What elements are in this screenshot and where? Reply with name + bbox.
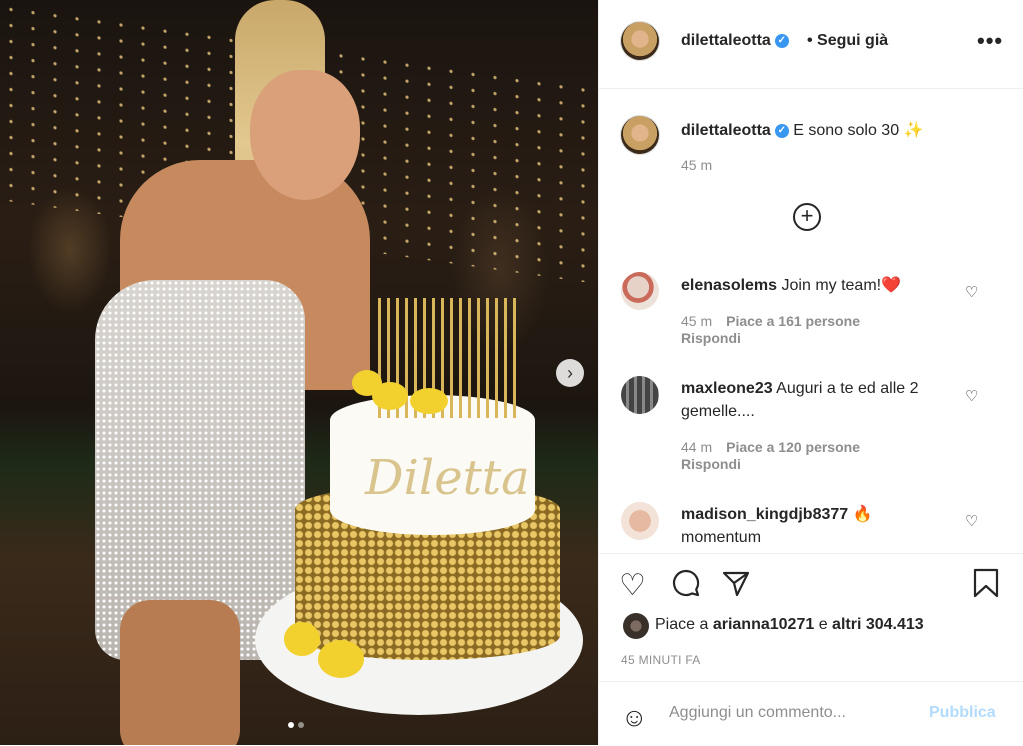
post-side-panel: dilettaleotta ✓ • Segui già ••• dilettale… <box>598 0 1023 745</box>
comment: madison_kingdjb8377 🔥 momentum <box>681 503 946 549</box>
verified-badge-icon: ✓ <box>774 123 789 138</box>
comment-likes[interactable]: Piace a 120 persone <box>726 439 860 455</box>
comment-username[interactable]: maxleone23 <box>681 380 773 397</box>
comment-like-heart-icon[interactable]: ♡ <box>965 387 978 405</box>
author-username-link[interactable]: dilettaleotta ✓ <box>681 32 789 50</box>
bookmark-icon[interactable] <box>973 568 999 606</box>
likes-others-count[interactable]: altri 304.413 <box>832 616 924 633</box>
comment-input[interactable]: Aggiungi un commento... <box>669 704 846 722</box>
caption-text: E sono solo 30 ✨ <box>793 122 924 139</box>
liker-username[interactable]: arianna10271 <box>713 616 814 633</box>
photo-lemon <box>410 388 448 414</box>
emoji-icon[interactable]: ☺ <box>621 702 648 733</box>
photo-cake-lettering: Diletta <box>365 450 530 506</box>
post-actions: ♡ Piace a arianna10271 e altri 304.413 4… <box>599 553 1023 682</box>
comment: elenasolems Join my team!❤️ <box>681 274 946 297</box>
comment-time[interactable]: 44 m <box>681 439 712 455</box>
author-avatar[interactable] <box>621 22 659 60</box>
load-more-comments-button[interactable]: + <box>793 203 821 231</box>
comment-meta: 45 m Piace a 161 persone <box>681 313 860 329</box>
comment-avatar[interactable] <box>621 376 659 414</box>
photo-lemon <box>318 640 364 678</box>
comment-username[interactable]: madison_kingdjb8377 <box>681 506 848 523</box>
carousel-dot-active <box>288 722 294 728</box>
photo-leg <box>120 600 240 745</box>
photo-lemon <box>284 622 320 656</box>
author-username[interactable]: dilettaleotta <box>681 32 771 49</box>
comment-avatar[interactable] <box>621 272 659 310</box>
post-photo[interactable]: Diletta › <box>0 0 598 745</box>
carousel-indicator <box>288 722 304 728</box>
comment-bubble-icon[interactable] <box>671 568 701 606</box>
paper-plane-icon[interactable] <box>721 568 751 606</box>
carousel-dot <box>298 722 304 728</box>
add-comment-bar: ☺ Aggiungi un commento... Pubblica <box>599 681 1023 746</box>
post-timestamp[interactable]: 45 MINUTI FA <box>621 653 701 667</box>
caption-username[interactable]: dilettaleotta <box>681 122 771 139</box>
comment-like-heart-icon[interactable]: ♡ <box>965 283 978 301</box>
next-photo-button[interactable]: › <box>556 359 584 387</box>
comment-avatar[interactable] <box>621 502 659 540</box>
heart-outline-icon[interactable]: ♡ <box>619 568 646 603</box>
comment-meta: 44 m Piace a 120 persone <box>681 439 860 455</box>
likes-prefix: Piace a <box>655 616 709 633</box>
likes-conjunction: e <box>818 616 828 633</box>
post-header: dilettaleotta ✓ • Segui già ••• <box>599 0 1023 89</box>
comment-likes[interactable]: Piace a 161 persone <box>726 313 860 329</box>
comment-username[interactable]: elenasolems <box>681 277 777 294</box>
more-options-icon[interactable]: ••• <box>977 28 1003 54</box>
comment-like-heart-icon[interactable]: ♡ <box>965 512 978 530</box>
comment-reply-button[interactable]: Rispondi <box>681 330 741 346</box>
verified-badge-icon: ✓ <box>774 33 789 48</box>
liker-avatar[interactable] <box>623 613 649 639</box>
following-button[interactable]: • Segui già <box>807 32 888 50</box>
likes-summary[interactable]: Piace a arianna10271 e altri 304.413 <box>655 616 924 634</box>
publish-button[interactable]: Pubblica <box>929 704 996 722</box>
photo-face <box>250 70 360 200</box>
caption-time[interactable]: 45 m <box>681 157 712 173</box>
comment-text: Join my team!❤️ <box>781 277 902 294</box>
chevron-right-icon: › <box>567 362 573 383</box>
comment-time[interactable]: 45 m <box>681 313 712 329</box>
photo-lemon <box>372 382 408 410</box>
comment-reply-button[interactable]: Rispondi <box>681 456 741 472</box>
comment: maxleone23 Auguri a te ed alle 2 gemelle… <box>681 377 946 423</box>
caption-avatar[interactable] <box>621 116 659 154</box>
caption: dilettaleotta ✓ E sono solo 30 ✨ <box>681 120 923 140</box>
